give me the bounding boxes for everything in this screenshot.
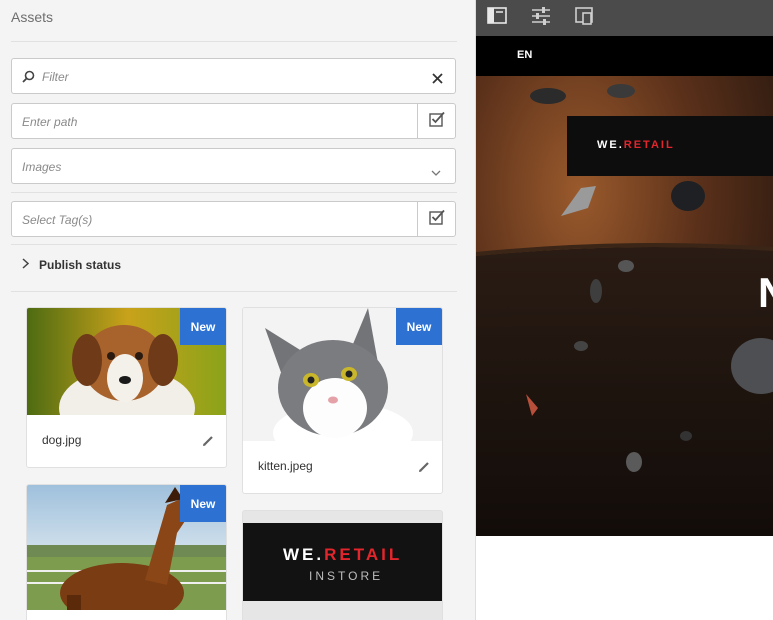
hero-heading-partial: N	[758, 272, 773, 314]
path-input[interactable]: Enter path	[11, 103, 456, 139]
asset-name: dog.jpg	[42, 433, 82, 447]
brand-logo[interactable]: WE.RETAIL	[567, 116, 773, 176]
asset-type-value: Images	[22, 160, 62, 174]
language-link[interactable]: EN	[517, 49, 532, 61]
divider	[11, 192, 457, 193]
filter-placeholder: Filter	[42, 70, 69, 84]
panel-title: Assets	[11, 9, 54, 25]
tags-input[interactable]: Select Tag(s)	[11, 201, 456, 237]
tags-placeholder: Select Tag(s)	[22, 213, 93, 227]
search-icon	[22, 70, 35, 88]
pencil-icon[interactable]	[202, 434, 214, 452]
pencil-icon[interactable]	[418, 460, 430, 478]
brand-we: WE.	[597, 139, 624, 151]
filter-input[interactable]: Filter	[11, 58, 456, 94]
brand-we: WE.	[283, 545, 325, 564]
checkbox-select-icon	[428, 111, 445, 132]
new-badge: New	[180, 485, 226, 522]
new-badge: New	[396, 308, 442, 345]
brand-sub: INSTORE	[309, 569, 384, 583]
brand-retail: RETAIL	[324, 545, 403, 564]
asset-name: kitten.jpeg	[258, 459, 313, 473]
properties-sliders-icon[interactable]	[530, 5, 552, 27]
editor-toolbar	[476, 0, 773, 36]
hero-image: WE.RETAIL N	[476, 76, 773, 536]
brand-logo-text: WE.RETAIL	[597, 139, 675, 151]
tags-picker-button[interactable]	[417, 202, 455, 236]
assets-panel: Assets Filter Enter path Images Select T…	[0, 0, 476, 620]
divider	[11, 291, 457, 292]
site-header: EN	[476, 36, 773, 76]
side-panel-toggle-icon[interactable]	[486, 5, 508, 27]
new-badge: New	[180, 308, 226, 345]
path-browse-button[interactable]	[417, 104, 455, 138]
asset-card-horse[interactable]: New	[26, 484, 227, 620]
divider	[11, 41, 457, 42]
publish-status-toggle[interactable]: Publish status	[22, 258, 121, 272]
chevron-right-icon	[22, 258, 30, 272]
chevron-down-icon	[431, 163, 441, 181]
asset-type-select[interactable]: Images	[11, 148, 456, 184]
emulator-device-icon[interactable]	[574, 5, 596, 27]
checkbox-select-icon	[428, 209, 445, 230]
asset-card-we-retail[interactable]: WE.RETAIL INSTORE	[242, 510, 443, 620]
divider	[11, 244, 457, 245]
page-preview: EN WE.RETAIL	[476, 0, 773, 620]
brand-retail: RETAIL	[623, 139, 675, 151]
path-placeholder: Enter path	[22, 115, 78, 129]
asset-thumbnail: WE.RETAIL INSTORE	[243, 523, 442, 601]
asset-card-kitten[interactable]: New kitten.jpeg	[242, 307, 443, 494]
asset-card-dog[interactable]: New dog.jpg	[26, 307, 227, 468]
publish-status-label: Publish status	[39, 258, 122, 272]
close-icon[interactable]	[432, 71, 443, 89]
brand-logo-text: WE.RETAIL	[283, 545, 402, 565]
